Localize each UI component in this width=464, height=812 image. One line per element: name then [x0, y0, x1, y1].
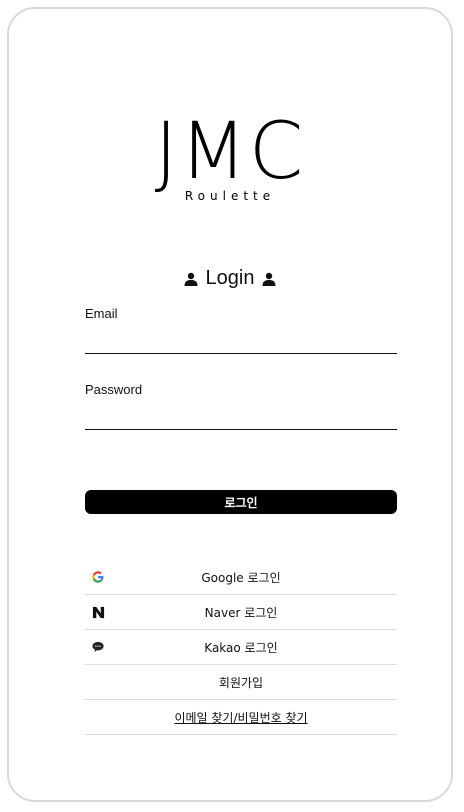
signup-label: 회원가입	[218, 675, 264, 690]
logo-title: JMC	[154, 107, 306, 197]
user-icon	[184, 272, 198, 286]
find-account-link[interactable]: 이메일 찾기/비밀번호 찾기	[85, 700, 397, 735]
password-label: Password	[85, 382, 143, 397]
naver-icon	[91, 605, 105, 619]
user-icon	[262, 272, 276, 286]
google-login-label: Google 로그인	[201, 570, 281, 585]
naver-login-button[interactable]: Naver 로그인	[85, 595, 397, 630]
logo: JMC Roulette	[9, 109, 451, 203]
login-heading: Login	[9, 267, 451, 290]
email-field-group: Email	[85, 306, 397, 354]
login-heading-text: Login	[205, 267, 255, 289]
google-icon	[91, 570, 105, 584]
find-account-label: 이메일 찾기/비밀번호 찾기	[174, 710, 308, 725]
kakao-login-button[interactable]: Kakao 로그인	[85, 630, 397, 665]
logo-subtitle: Roulette	[184, 189, 276, 203]
social-login-list: Google 로그인 Naver 로그인 Kakao 로그인 회원가입 이메일 …	[85, 560, 397, 735]
app-frame: JMC Roulette Login Email Password 로그인 Go…	[7, 7, 453, 802]
google-login-button[interactable]: Google 로그인	[85, 560, 397, 595]
signup-link[interactable]: 회원가입	[85, 665, 397, 700]
email-input[interactable]	[85, 327, 397, 354]
naver-login-label: Naver 로그인	[204, 605, 278, 620]
kakao-icon	[91, 640, 105, 654]
password-field-group: Password	[85, 382, 397, 430]
login-button[interactable]: 로그인	[85, 490, 397, 514]
email-label: Email	[85, 306, 118, 321]
kakao-login-label: Kakao 로그인	[204, 640, 278, 655]
password-input[interactable]	[85, 403, 397, 430]
